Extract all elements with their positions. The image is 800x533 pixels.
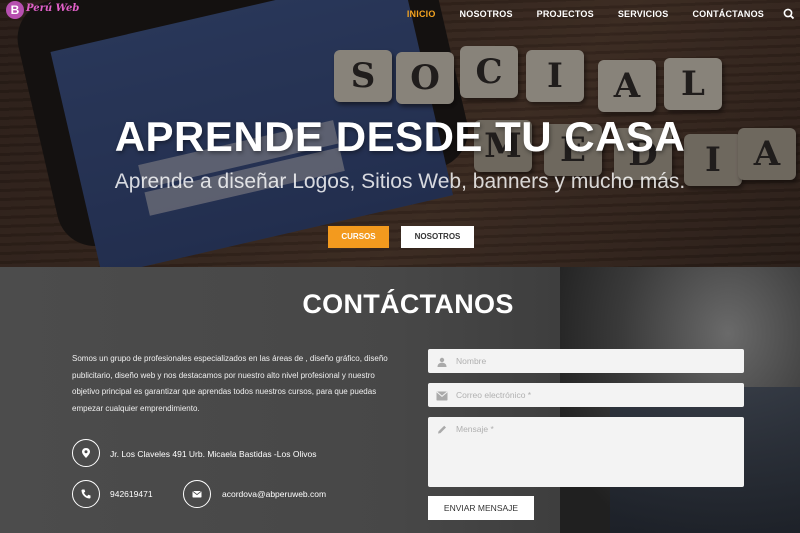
hero-subtitle: Aprende a diseñar Logos, Sitios Web, ban…	[114, 170, 686, 193]
nav-item-nosotros[interactable]: NOSOTROS	[460, 9, 513, 19]
location-icon	[72, 439, 100, 467]
pencil-icon	[438, 425, 446, 434]
phone-number[interactable]: 942619471	[110, 489, 153, 499]
about-text: Somos un grupo de profesionales especial…	[72, 354, 388, 413]
nav-item-projectos[interactable]: PROJECTOS	[537, 9, 594, 19]
nav-item-inicio[interactable]: INICIO	[407, 9, 436, 19]
logo-mark: B	[6, 1, 24, 19]
phone-icon	[72, 480, 100, 508]
email-icon	[183, 480, 211, 508]
send-message-button[interactable]: ENVIAR MENSAJE	[428, 496, 534, 520]
message-placeholder: Mensaje *	[456, 424, 494, 434]
logo-text: Perú Web	[26, 3, 80, 14]
nosotros-button[interactable]: NOSOTROS	[401, 226, 474, 248]
contact-section: CONTÁCTANOS Somos un grupo de profesiona…	[0, 267, 800, 533]
envelope-icon	[436, 391, 448, 401]
email-placeholder: Correo electrónico *	[456, 390, 532, 400]
cursos-button[interactable]: CURSOS	[328, 226, 389, 248]
address-text: Jr. Los Claveles 491 Urb. Micaela Bastid…	[110, 449, 317, 459]
name-input[interactable]: Nombre	[428, 349, 744, 373]
nav-item-contactanos[interactable]: CONTÁCTANOS	[692, 9, 764, 19]
email-input[interactable]: Correo electrónico *	[428, 383, 744, 407]
contact-title: CONTÁCTANOS	[302, 289, 514, 319]
nav-item-servicios[interactable]: SERVICIOS	[618, 9, 669, 19]
message-input[interactable]: Mensaje *	[428, 417, 744, 487]
name-placeholder: Nombre	[456, 356, 487, 366]
hero-section: S O C I A L M E D I A B Perú Web INICIO …	[0, 0, 800, 267]
main-nav: INICIO NOSOTROS PROJECTOS SERVICIOS CONT…	[383, 0, 800, 28]
email-address[interactable]: acordova@abperuweb.com	[222, 489, 326, 499]
user-icon	[437, 357, 447, 367]
hero-title: APRENDE DESDE TU CASA	[114, 113, 686, 160]
logo[interactable]: B Perú Web	[4, 0, 96, 20]
search-icon[interactable]	[782, 7, 796, 21]
